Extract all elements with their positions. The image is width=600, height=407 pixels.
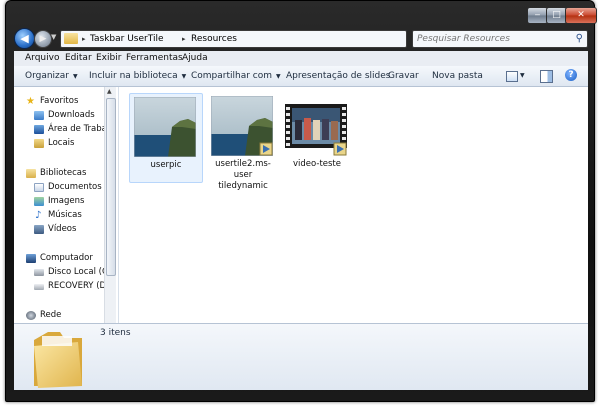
nav-favorites[interactable]: ★ Favoritos [14,95,114,108]
desktop-icon [34,125,44,134]
breadcrumb-taskbar-usertile[interactable]: Taskbar UserTile [90,31,164,47]
media-thumbnail-icon [211,96,273,156]
file-item-video-teste[interactable]: video-teste [281,93,353,181]
nav-music-label: Músicas [48,210,82,220]
video-thumbnail-icon [285,104,347,156]
breadcrumb-resources[interactable]: Resources [191,31,237,47]
file-name: userpic [150,160,182,170]
explorer-window: ‒ □ ✕ ◀ ▶ ▼ ▸ Taskbar UserTile ▸ Resourc… [0,0,600,407]
folder-icon [64,33,78,44]
libraries-icon [26,169,36,178]
change-view-button[interactable]: ▼ [506,71,525,82]
search-box[interactable]: ⚲ [412,30,588,48]
nav-documents-label: Documentos [48,182,102,192]
preview-pane-icon[interactable] [540,70,553,83]
downloads-folder-icon [34,111,44,120]
share-with-button[interactable]: Compartilhar com ▼ [191,66,281,87]
hard-drive-icon [34,269,44,276]
nav-computer-label: Computador [40,253,93,263]
command-bar: Organizar ▼ Incluir na biblioteca ▼ Compar… [14,66,588,87]
file-name-line-1: usertile2.ms-user [215,159,271,180]
images-icon [34,197,44,206]
videos-icon [34,225,44,234]
menu-ajuda[interactable]: Ajuda [182,51,208,66]
file-item-userpic[interactable]: userpic [129,93,203,183]
music-note-icon: ♪ [35,210,42,221]
file-item-usertile2[interactable]: usertile2.ms-user tiledynamic [207,93,279,191]
share-label: Compartilhar com [191,71,273,81]
scrollbar-thumb[interactable] [106,98,116,276]
new-folder-button[interactable]: Nova pasta [432,66,483,86]
search-input[interactable] [417,32,567,45]
nav-network-label: Rede [40,310,62,320]
navigation-scrollbar[interactable]: ▲ [104,87,116,323]
menu-bar: Arquivo Editar Exibir Ferramentas Ajuda [14,51,588,67]
computer-icon [26,254,36,263]
details-pane: 3 itens [14,323,588,390]
back-button[interactable]: ◀ [14,28,35,49]
address-bar[interactable]: ▸ Taskbar UserTile ▸ Resources ▼ ↻ [60,30,462,48]
image-thumbnail-icon [134,97,196,157]
minimize-button[interactable]: ‒ [527,7,548,24]
chevron-down-icon: ▼ [73,73,78,80]
recent-pages-dropdown-icon[interactable]: ▼ [51,33,56,41]
chevron-down-icon: ▼ [181,73,187,80]
breadcrumb-separator-icon[interactable]: ▸ [182,31,186,47]
menu-arquivo[interactable]: Arquivo [25,51,59,66]
maximize-button[interactable]: □ [546,7,567,24]
file-name: video-teste [293,159,341,169]
burn-button[interactable]: Gravar [388,66,419,86]
menu-ferramentas[interactable]: Ferramentas [126,51,183,66]
breadcrumb-separator-icon[interactable]: ▸ [82,31,86,47]
view-options-icon [506,71,518,82]
organize-button[interactable]: Organizar ▼ [25,66,78,87]
folder-icon [34,332,82,388]
file-name-line-2: tiledynamic [218,181,268,191]
item-count: 3 itens [100,328,131,338]
help-icon[interactable]: ? [565,69,577,81]
nav-downloads-label: Downloads [48,110,95,120]
close-button[interactable]: ✕ [565,7,597,24]
search-icon[interactable]: ⚲ [576,33,583,44]
forward-button[interactable]: ▶ [34,30,52,48]
menu-editar[interactable]: Editar [65,51,92,66]
nav-favorites-label: Favoritos [40,96,79,106]
chevron-down-icon: ▼ [520,72,525,79]
include-label: Incluir na biblioteca [89,71,178,81]
chevron-down-icon: ▼ [276,73,281,80]
scroll-up-icon[interactable]: ▲ [107,88,112,95]
menu-exibir[interactable]: Exibir [96,51,121,66]
nav-videos-label: Vídeos [48,224,77,234]
slideshow-button[interactable]: Apresentação de slides [286,66,390,86]
nav-recent-label: Locais [48,138,75,148]
include-in-library-button[interactable]: Incluir na biblioteca ▼ [89,66,186,87]
documents-icon [34,183,44,192]
nav-libraries-label: Bibliotecas [40,168,87,178]
hard-drive-icon [34,284,44,290]
nav-recovery-label: RECOVERY (D:) [48,281,113,291]
file-list: userpic usertile2.ms-user tiledynamic vi… [119,87,588,323]
recent-places-icon [34,139,44,148]
nav-images-label: Imagens [48,196,85,206]
file-name: usertile2.ms-user tiledynamic [207,159,279,192]
star-icon: ★ [26,96,35,107]
organize-label: Organizar [25,71,69,81]
network-icon [26,311,36,320]
